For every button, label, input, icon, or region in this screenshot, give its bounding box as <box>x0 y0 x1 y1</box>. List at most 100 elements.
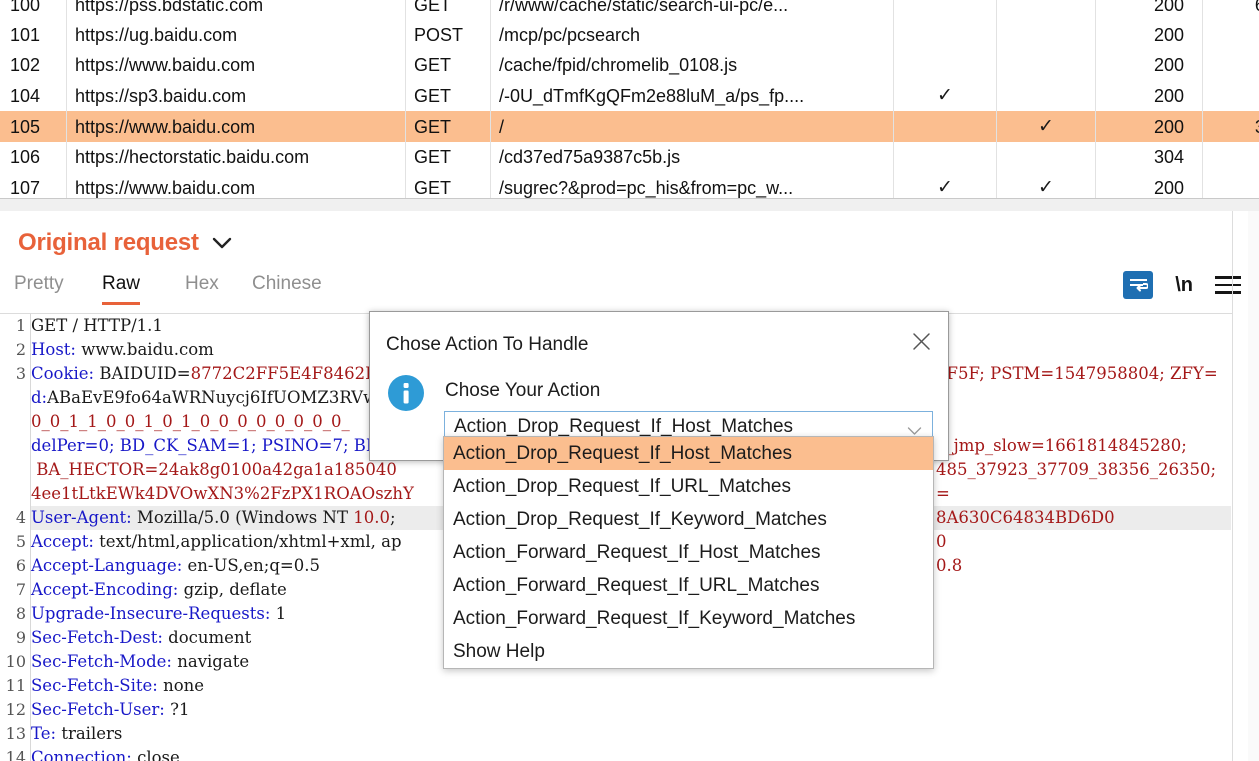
row-url: /cd37ed75a9387c5b.js <box>490 142 894 172</box>
code-line: Te: trailers <box>31 724 123 743</box>
dropdown-option[interactable]: Action_Forward_Request_If_URL_Matches <box>444 569 933 602</box>
dropdown-option[interactable]: Action_Drop_Request_If_Host_Matches <box>444 437 933 470</box>
row-status: 200 <box>1095 20 1203 50</box>
line-number: 5 <box>15 532 26 551</box>
line-number-gutter: 1 2 3 4 5 6 7 8 9 10 11 12 13 14 <box>0 314 31 761</box>
row-edited-check <box>996 20 1096 50</box>
row-edited-check: ✓ <box>996 111 1096 142</box>
row-length: 486 <box>1202 142 1259 172</box>
row-status: 200 <box>1095 50 1203 80</box>
editor-toolbar[interactable]: \n <box>1123 269 1241 301</box>
code-fragment: 8A630C64834BD6D0 <box>936 508 1115 527</box>
word-wrap-icon[interactable] <box>1123 271 1154 299</box>
table-row[interactable]: 104 https://sp3.baidu.com GET/-0U_dTmfKgQF… <box>0 80 1259 111</box>
row-host: https://sp3.baidu.com <box>66 80 406 111</box>
row-id: 101 <box>0 20 67 50</box>
code-fragment: = <box>936 484 950 503</box>
row-url: /mcp/pc/pcsearch <box>490 20 894 50</box>
line-number: 11 <box>5 676 26 695</box>
tab-raw[interactable]: Raw <box>102 273 141 305</box>
message-view-tabs[interactable]: Pretty Raw Hex Chinese <box>0 273 1259 311</box>
row-id: 100 <box>0 0 67 20</box>
line-number: 1 <box>15 316 26 335</box>
code-line: Connection: close <box>31 748 180 761</box>
row-status: 200 <box>1095 172 1203 198</box>
line-number: 8 <box>15 604 26 623</box>
row-id: 102 <box>0 50 67 80</box>
line-number: 3 <box>15 364 26 383</box>
dropdown-option[interactable]: Action_Drop_Request_If_URL_Matches <box>444 470 933 503</box>
table-row[interactable]: 101 https://ug.baidu.com POST/mcp/pc/pcsea… <box>0 20 1259 50</box>
table-row[interactable]: 100 https://pss.bdstatic.com GET/r/www/cac… <box>0 0 1259 20</box>
hamburger-menu-icon[interactable] <box>1215 276 1241 294</box>
dropdown-option[interactable]: Action_Forward_Request_If_Keyword_Matche… <box>444 602 933 635</box>
row-method: GET <box>405 0 491 20</box>
row-params-check: ✓ <box>893 80 997 111</box>
row-length: 618067 <box>1202 0 1259 20</box>
row-length: 17856 <box>1202 50 1259 80</box>
row-host: https://www.baidu.com <box>66 50 406 80</box>
tab-hex[interactable]: Hex <box>185 273 219 302</box>
vertical-scrollbar[interactable] <box>1248 211 1259 761</box>
row-length: 389206 <box>1202 111 1259 142</box>
line-number: 2 <box>15 340 26 359</box>
row-params-check <box>893 0 997 20</box>
row-url: /r/www/cache/static/search-ui-pc/e... <box>490 0 894 20</box>
row-host: https://www.baidu.com <box>66 111 406 142</box>
close-icon[interactable] <box>906 326 936 356</box>
info-icon <box>387 374 425 412</box>
row-id: 107 <box>0 172 67 198</box>
panel-title: Original request <box>18 229 199 256</box>
line-number: 10 <box>5 652 26 671</box>
code-fragment: 485_37923_37709_38356_26350; <box>936 460 1217 479</box>
table-row[interactable]: 106 https://hectorstatic.baidu.com GET/cd3… <box>0 142 1259 172</box>
row-length: 190 <box>1202 172 1259 198</box>
tab-chinese[interactable]: Chinese <box>252 273 322 302</box>
tab-pretty[interactable]: Pretty <box>14 273 64 302</box>
code-fragment: 0.8 <box>936 556 963 575</box>
row-host: https://hectorstatic.baidu.com <box>66 142 406 172</box>
row-method: GET <box>405 142 491 172</box>
proxy-history-table[interactable]: 100 https://pss.bdstatic.com GET/r/www/cac… <box>0 0 1259 198</box>
row-edited-check <box>996 142 1096 172</box>
row-length: 480 <box>1202 20 1259 50</box>
code-line: Sec-Fetch-User: ?1 <box>31 700 190 719</box>
dialog-title: Chose Action To Handle <box>386 334 589 355</box>
row-host: https://www.baidu.com <box>66 172 406 198</box>
dropdown-option[interactable]: Action_Drop_Request_If_Keyword_Matches <box>444 503 933 536</box>
row-id: 106 <box>0 142 67 172</box>
dropdown-option[interactable]: Show Help <box>444 635 933 668</box>
table-row[interactable]: 107 https://www.baidu.com GET/sugrec?&prod… <box>0 172 1259 198</box>
code-fragment: 5F5F; PSTM=1547958804; ZFY= <box>936 364 1218 383</box>
row-edited-check <box>996 50 1096 80</box>
row-params-check <box>893 20 997 50</box>
line-number: 6 <box>15 556 26 575</box>
row-status: 304 <box>1095 142 1203 172</box>
action-select-dropdown[interactable]: Action_Drop_Request_If_Host_Matches Actio… <box>443 436 934 669</box>
table-row[interactable]: 105https://www.baidu.comGET/ ✓200389206 <box>0 111 1259 142</box>
row-edited-check: ✓ <box>996 172 1096 198</box>
row-length: 405 <box>1202 80 1259 111</box>
code-fragment: 0 <box>936 532 947 551</box>
newline-toggle[interactable]: \n <box>1175 274 1193 297</box>
line-number: 12 <box>5 700 26 719</box>
dialog-field-label: Chose Your Action <box>445 380 601 401</box>
table-row[interactable]: 102 https://www.baidu.com GET/cache/fpid/c… <box>0 50 1259 80</box>
row-url: /cache/fpid/chromelib_0108.js <box>490 50 894 80</box>
row-url: /sugrec?&prod=pc_his&from=pc_w... <box>490 172 894 198</box>
row-params-check <box>893 50 997 80</box>
row-edited-check <box>996 0 1096 20</box>
row-host: https://ug.baidu.com <box>66 20 406 50</box>
row-params-check: ✓ <box>893 172 997 198</box>
row-url: /-0U_dTmfKgQFm2e88luM_a/ps_fp.... <box>490 80 894 111</box>
row-id: 105 <box>0 111 67 142</box>
history-table-body[interactable]: 100 https://pss.bdstatic.com GET/r/www/cac… <box>0 0 1259 198</box>
row-host: https://pss.bdstatic.com <box>66 0 406 20</box>
row-params-check <box>893 142 997 172</box>
dropdown-option[interactable]: Action_Forward_Request_If_Host_Matches <box>444 536 933 569</box>
line-number: 14 <box>5 748 26 761</box>
horizontal-splitter[interactable] <box>0 198 1259 212</box>
row-method: POST <box>405 20 491 50</box>
row-method: GET <box>405 80 491 111</box>
row-edited-check <box>996 80 1096 111</box>
